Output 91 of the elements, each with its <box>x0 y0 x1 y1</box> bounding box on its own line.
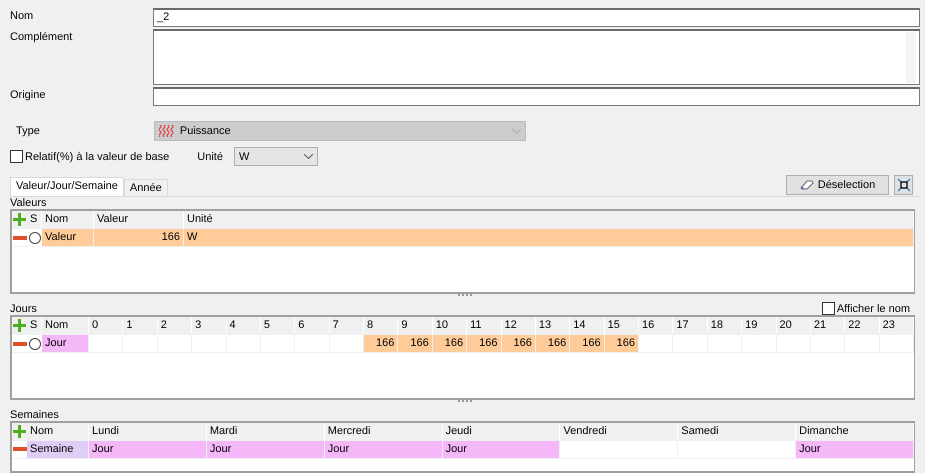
tab[interactable]: Année <box>124 179 168 196</box>
tab[interactable]: Valeur/Jour/Semaine <box>10 177 124 196</box>
expand-icon <box>896 178 910 192</box>
column-header[interactable]: 18 <box>708 317 742 334</box>
deselect-button[interactable]: Déselection <box>786 175 889 195</box>
field-label: Type <box>16 125 40 137</box>
column-header[interactable]: Nom <box>42 211 94 228</box>
column-header[interactable]: 6 <box>295 317 330 334</box>
splitter-grip-icon[interactable] <box>458 294 472 296</box>
add-icon[interactable] <box>13 213 26 226</box>
section-title: Semaines <box>10 408 59 421</box>
add-icon[interactable] <box>13 319 26 332</box>
remove-icon[interactable] <box>12 342 26 346</box>
column-header[interactable]: S <box>27 211 42 228</box>
table-cell: 166 <box>604 335 639 352</box>
column-header[interactable]: 4 <box>226 317 261 334</box>
section-title: Jours <box>10 302 37 315</box>
column-header[interactable]: S <box>27 317 42 334</box>
checkbox[interactable] <box>822 302 835 316</box>
column-header[interactable]: 1 <box>123 317 158 334</box>
table-cell: Jour <box>442 440 560 458</box>
column-header[interactable]: 8 <box>364 317 398 334</box>
column-header[interactable]: 16 <box>639 317 674 334</box>
input-field[interactable]: _2 <box>153 8 920 27</box>
column-header[interactable]: 10 <box>432 317 468 334</box>
checkbox[interactable] <box>10 150 23 163</box>
column-header[interactable]: Valeur <box>94 211 184 228</box>
table-cell: Jour <box>89 440 207 458</box>
table-cell: 166 <box>398 335 433 352</box>
column-header[interactable]: 9 <box>398 317 433 334</box>
column-header[interactable]: 7 <box>330 317 364 334</box>
field-label: Unité <box>197 150 223 162</box>
column-header[interactable]: Jeudi <box>442 422 560 440</box>
table-cell: 166 <box>364 335 398 352</box>
splitter-grip-icon[interactable] <box>458 400 472 402</box>
table-cell: 166 <box>536 335 570 352</box>
column-header[interactable]: 22 <box>845 317 880 334</box>
table-cell: Valeur <box>42 229 94 246</box>
column-header[interactable]: 2 <box>158 317 192 334</box>
radio-button[interactable] <box>28 232 40 244</box>
unit-dropdown[interactable]: W <box>234 147 318 166</box>
fit-view-button[interactable] <box>894 175 913 195</box>
remove-icon[interactable] <box>12 447 26 452</box>
chevron-down-icon <box>512 128 521 134</box>
field-label: Origine <box>10 88 46 101</box>
column-header[interactable]: 23 <box>880 317 914 334</box>
column-header[interactable]: 13 <box>536 317 570 334</box>
add-icon[interactable] <box>13 424 26 438</box>
text-area[interactable] <box>153 29 920 85</box>
table-cell: 166 <box>570 335 605 352</box>
column-header[interactable]: Mardi <box>206 422 325 440</box>
field-label: Complément <box>10 30 74 43</box>
checkbox-label: Relatif(%) à la valeur de base <box>25 150 170 162</box>
column-header[interactable]: Nom <box>27 422 89 440</box>
radio-button[interactable] <box>28 338 40 350</box>
column-header[interactable]: Unité <box>184 211 914 228</box>
table-cell: Jour <box>42 335 89 352</box>
column-header[interactable]: Lundi <box>89 422 207 440</box>
table-cell: Semaine <box>27 440 89 458</box>
remove-icon[interactable] <box>12 236 26 240</box>
column-header[interactable]: 19 <box>742 317 776 334</box>
table-cell: 166 <box>94 229 184 246</box>
column-header[interactable]: 14 <box>570 317 605 334</box>
column-header[interactable]: Nom <box>42 317 89 334</box>
table-cell: 166 <box>467 335 502 352</box>
column-header[interactable]: Mercredi <box>324 422 443 440</box>
column-header[interactable]: Dimanche <box>796 422 914 440</box>
table-cell: W <box>184 229 914 246</box>
column-header[interactable]: Vendredi <box>560 422 678 440</box>
column-header[interactable]: Samedi <box>678 422 796 440</box>
column-header[interactable]: 17 <box>673 317 708 334</box>
column-header[interactable]: 0 <box>89 317 124 334</box>
column-header[interactable]: 12 <box>502 317 536 334</box>
section-title: Valeurs <box>10 197 46 209</box>
chevron-down-icon <box>304 154 313 159</box>
eraser-icon <box>800 180 814 190</box>
column-header[interactable]: 3 <box>192 317 226 334</box>
column-header[interactable]: 21 <box>810 317 846 334</box>
input-field[interactable] <box>153 87 920 106</box>
checkbox-label: Afficher le nom <box>836 302 910 315</box>
scrollbar[interactable] <box>906 32 916 83</box>
table-cell: Jour <box>796 440 914 458</box>
table-cell: 166 <box>432 335 468 352</box>
table-cell: 166 <box>502 335 536 352</box>
column-header[interactable]: 15 <box>604 317 639 334</box>
column-header[interactable]: 20 <box>776 317 811 334</box>
table-cell: Jour <box>324 440 443 458</box>
column-header[interactable]: 5 <box>260 317 296 334</box>
table-cell: Jour <box>206 440 325 458</box>
column-header[interactable]: 11 <box>467 317 502 334</box>
field-label: Nom <box>10 9 34 22</box>
